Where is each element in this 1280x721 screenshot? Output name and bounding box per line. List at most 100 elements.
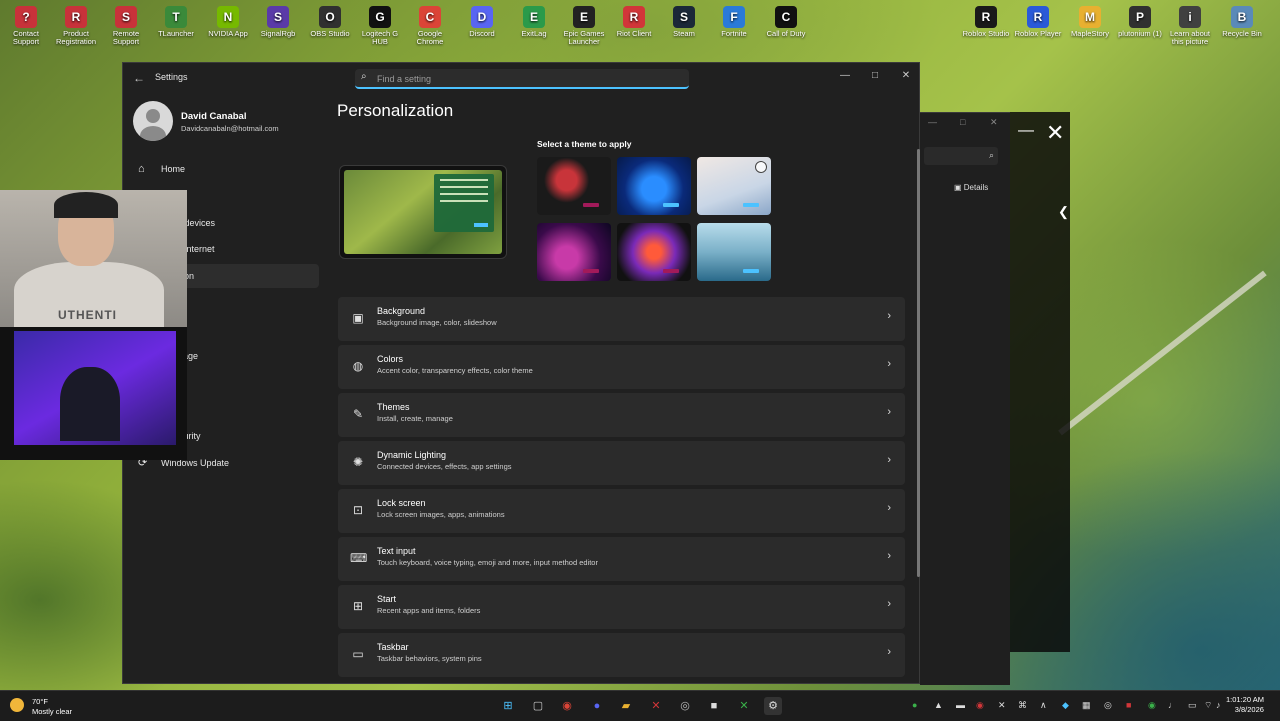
file-explorer-icon[interactable]: ▰ — [617, 697, 635, 715]
desktop-icon[interactable]: S Remote Support — [100, 4, 152, 46]
settings-row[interactable]: ✎ Themes Install, create, manage › — [338, 393, 905, 437]
themes-icon: ✎ — [352, 407, 364, 421]
search-icon: ⌕ — [361, 71, 367, 82]
riot-tray-icon[interactable]: ◉ — [976, 700, 984, 711]
close-icon[interactable]: ✕ — [1046, 120, 1064, 146]
chrome-icon[interactable]: ◉ — [558, 697, 576, 715]
riot-client-icon[interactable]: ✕ — [647, 697, 665, 715]
scrollbar[interactable] — [917, 149, 920, 577]
desktop-icon[interactable]: i Learn about this picture — [1164, 4, 1216, 46]
explorer-maximize-icon[interactable]: □ — [960, 117, 965, 127]
avatar[interactable] — [133, 101, 173, 141]
chevron-up-icon[interactable]: ∧ — [1040, 700, 1047, 711]
themes-label: Select a theme to apply — [537, 139, 632, 149]
minimize-icon[interactable]: — — [1018, 122, 1034, 140]
row-title: Lock screen — [377, 498, 426, 508]
explorer-details-button[interactable]: ▣ Details — [954, 183, 988, 192]
settings-row[interactable]: ⊡ Lock screen Lock screen images, apps, an… — [338, 489, 905, 533]
desktop-icon[interactable]: M MapleStory — [1064, 4, 1116, 38]
explorer-minimize-icon[interactable]: — — [928, 117, 937, 127]
desktop-icon[interactable]: R Riot Client — [608, 4, 660, 38]
wifi-icon[interactable]: ⌔ — [1204, 700, 1212, 711]
discord-icon[interactable]: ● — [588, 697, 606, 715]
desktop-icon[interactable]: B Recycle Bin — [1216, 4, 1268, 38]
settings-window: ← Settings ⌕ — □ ✕ David Canabal Davidca… — [122, 62, 920, 684]
explorer-search-box[interactable]: ⌕ — [924, 147, 998, 165]
app-icon: T — [165, 6, 187, 28]
app-tray-icon[interactable]: ■ — [1126, 700, 1131, 710]
theme-tile-1[interactable] — [537, 157, 611, 215]
desktop-icon[interactable]: Pplutonium (1) — [1114, 4, 1166, 38]
logitech-tray-icon[interactable]: ▬ — [956, 700, 965, 710]
desktop-icon[interactable]: D Discord — [456, 4, 508, 38]
row-title: Themes — [377, 402, 410, 412]
theme-tile-4[interactable] — [537, 223, 611, 281]
desktop-icon[interactable]: ? Contact Support — [0, 4, 52, 46]
sidebar-item[interactable]: ⌂ Home — [133, 157, 319, 181]
desktop-icon[interactable]: R Product Registration — [50, 4, 102, 46]
desktop-icon-label: Epic Games Launcher — [563, 29, 605, 46]
explorer-close-icon[interactable]: ✕ — [990, 117, 998, 128]
settings-row[interactable]: ⌨ Text input Touch keyboard, voice typing,… — [338, 537, 905, 581]
desktop-icon[interactable]: F Fortnite — [708, 4, 760, 38]
file-explorer-window: — □ ✕ ⌕ ▣ Details — [920, 112, 1010, 685]
app-icon: C — [775, 6, 797, 28]
xbox-tray-icon[interactable]: ● — [912, 700, 917, 710]
search-input[interactable] — [375, 71, 679, 87]
volume-icon[interactable]: ♪ — [1216, 700, 1221, 710]
desktop-icon[interactable]: R Roblox Studio — [960, 4, 1012, 38]
minimize-icon[interactable]: — — [833, 67, 857, 85]
clock[interactable]: 1:01:20 AM 3/8/2026 — [1226, 695, 1264, 715]
theme-tile-5[interactable] — [617, 223, 691, 281]
desktop-icon-label: Logitech G HUB — [361, 29, 399, 46]
settings-row[interactable]: ◍ Colors Accent color, transparency effect… — [338, 345, 905, 389]
steam-tray-icon[interactable]: ◎ — [1104, 700, 1112, 711]
clock-date: 3/8/2026 — [1234, 705, 1264, 714]
desktop-icon[interactable]: S Steam — [658, 4, 710, 38]
tray-icon[interactable]: ✕ — [998, 700, 1006, 711]
settings-row[interactable]: ✺ Dynamic Lighting Connected devices, effe… — [338, 441, 905, 485]
desktop-icon[interactable]: N NVIDIA App — [202, 4, 254, 38]
settings-row[interactable]: ▣ Background Background image, color, slid… — [338, 297, 905, 341]
task-view-icon[interactable]: ▢ — [529, 697, 547, 715]
settings-row[interactable]: ⊞ Start Recent apps and items, folders › — [338, 585, 905, 629]
desktop-icon[interactable]: C Call of Duty — [760, 4, 812, 38]
display-tray-icon[interactable]: ▭ — [1188, 700, 1197, 711]
close-icon[interactable]: ✕ — [894, 67, 918, 85]
weather-icon — [10, 698, 24, 712]
desktop-icon-label: Product Registration — [55, 29, 97, 46]
chevron-left-icon[interactable]: ❮ — [1058, 204, 1069, 220]
bluetooth-tray-icon[interactable]: ◆ — [1062, 700, 1069, 711]
desktop-icon[interactable]: T TLauncher — [150, 4, 202, 38]
desktop-icon[interactable]: O OBS Studio — [304, 4, 356, 38]
back-arrow-icon[interactable]: ← — [133, 71, 147, 85]
xbox-icon[interactable]: ✕ — [735, 697, 753, 715]
row-description: Lock screen images, apps, animations — [377, 510, 505, 519]
desktop-icon[interactable]: E Epic Games Launcher — [558, 4, 610, 46]
search-box[interactable]: ⌕ — [355, 69, 689, 89]
desktop-icon[interactable]: E ExitLag — [508, 4, 560, 38]
row-description: Touch keyboard, voice typing, emoji and … — [377, 558, 598, 567]
microphone-tray-icon[interactable]: ♩ — [1168, 700, 1177, 710]
settings-row[interactable]: ▭ Taskbar Taskbar behaviors, system pins › — [338, 633, 905, 677]
theme-tile-3[interactable] — [697, 157, 771, 215]
obs-icon[interactable]: ◎ — [676, 697, 694, 715]
desktop-icon-label: Roblox Studio — [962, 29, 1010, 38]
chrome-tray-icon[interactable]: ◉ — [1148, 700, 1156, 711]
app-icon: O — [319, 6, 341, 28]
epic-games-icon[interactable]: ■ — [705, 697, 723, 715]
keyboard-tray-icon[interactable]: ▦ — [1082, 700, 1091, 711]
start-icon[interactable]: ⊞ — [499, 697, 517, 715]
desktop-icon[interactable]: S SignalRgb — [252, 4, 304, 38]
theme-tile-2[interactable] — [617, 157, 691, 215]
desktop-icon[interactable]: R Roblox Player — [1012, 4, 1064, 38]
maximize-icon[interactable]: □ — [863, 67, 887, 85]
desktop-icon[interactable]: C Google Chrome — [404, 4, 456, 46]
nvidia-tray-icon[interactable]: ▲ — [934, 700, 943, 710]
settings-gear-icon[interactable]: ⚙ — [764, 697, 782, 715]
theme-tile-6[interactable] — [697, 223, 771, 281]
network-tray-icon[interactable]: ⌘ — [1018, 700, 1027, 711]
desktop-icon[interactable]: G Logitech G HUB — [354, 4, 406, 46]
desktop-icon-label: Call of Duty — [766, 29, 806, 38]
app-icon: R — [65, 6, 87, 28]
